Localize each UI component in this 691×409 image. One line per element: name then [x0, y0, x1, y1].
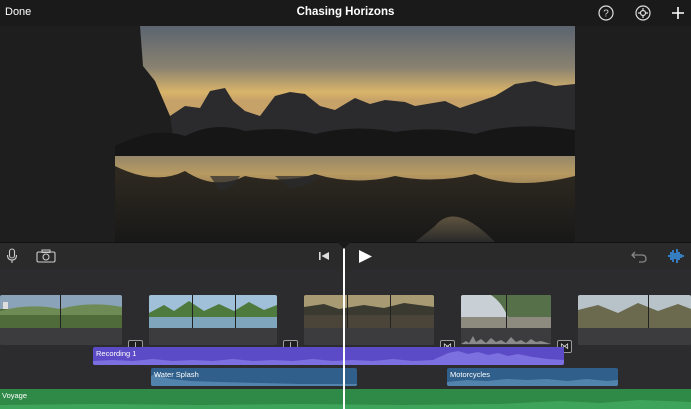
voyage-label: Voyage [2, 391, 28, 400]
recording-audio-clip[interactable]: Recording 1 [93, 347, 564, 365]
video-clip[interactable] [0, 295, 122, 345]
voyage-music-clip[interactable]: Voyage [0, 389, 691, 409]
top-bar: Done Chasing Horizons ? [0, 0, 691, 26]
motorcycles-label: Motorcycles [450, 370, 491, 379]
recording-label: Recording 1 [96, 349, 137, 358]
skip-to-start-icon[interactable] [318, 251, 330, 261]
video-clip[interactable] [149, 295, 277, 345]
settings-icon[interactable] [635, 5, 651, 21]
project-title: Chasing Horizons [296, 6, 395, 18]
video-preview[interactable] [115, 26, 575, 242]
timeline[interactable]: ❘ ❘ ⋈ ⋈ Recording 1 Water Splash Motorcy… [0, 269, 691, 409]
video-viewer [0, 26, 691, 242]
video-clip[interactable] [461, 295, 551, 345]
audio-waveform-icon[interactable] [667, 248, 685, 264]
camera-icon[interactable] [36, 249, 56, 263]
playhead-marker [337, 242, 351, 249]
play-icon[interactable] [357, 249, 373, 264]
done-button[interactable]: Done [5, 6, 31, 18]
plus-icon[interactable] [670, 5, 686, 21]
water-splash-label: Water Splash [154, 370, 199, 379]
video-clip[interactable] [578, 295, 691, 345]
water-splash-audio-clip[interactable]: Water Splash [151, 368, 357, 386]
motorcycles-audio-clip[interactable]: Motorcycles [447, 368, 618, 386]
help-icon[interactable]: ? [598, 5, 614, 21]
playhead[interactable] [343, 242, 345, 409]
svg-text:?: ? [603, 9, 609, 20]
microphone-icon[interactable] [5, 248, 19, 264]
video-track: ❘ ❘ ⋈ ⋈ [0, 295, 691, 353]
video-clip[interactable] [304, 295, 434, 345]
undo-icon[interactable] [630, 249, 648, 263]
